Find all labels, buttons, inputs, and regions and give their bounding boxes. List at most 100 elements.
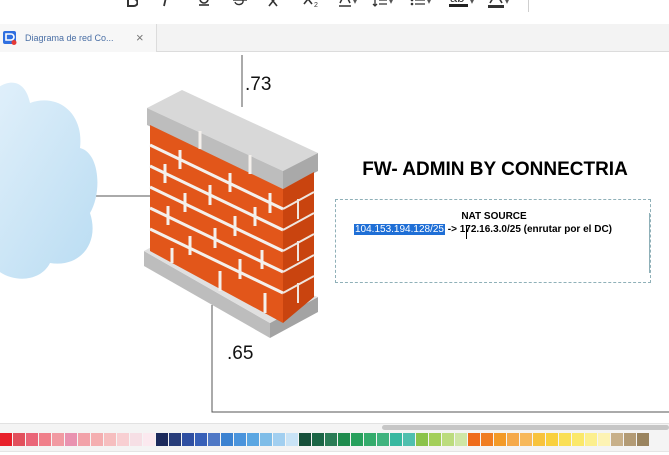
color-swatch[interactable] [559, 433, 571, 446]
color-swatch[interactable] [91, 433, 103, 446]
color-swatch[interactable] [637, 433, 649, 446]
color-swatch[interactable] [338, 433, 350, 446]
cloud-icon[interactable] [0, 82, 98, 279]
chevron-down-icon: ▾ [353, 0, 358, 6]
color-swatch[interactable] [390, 433, 402, 446]
chevron-down-icon: ▾ [470, 0, 475, 6]
italic-button[interactable] [161, 0, 171, 12]
ip-label-bottom[interactable]: .65 [227, 343, 253, 365]
color-swatch[interactable] [403, 433, 415, 446]
edraw-doc-icon [3, 31, 17, 45]
nat-selected-range[interactable]: 104.153.194.128/25 [354, 224, 445, 235]
strikethrough-icon [233, 0, 247, 6]
color-swatch[interactable] [325, 433, 337, 446]
color-swatch[interactable] [624, 433, 636, 446]
firewall-title[interactable]: FW- ADMIN BY CONNECTRIA [350, 158, 640, 182]
line-spacing-button[interactable]: ▾ [372, 0, 393, 12]
color-swatch[interactable] [78, 433, 90, 446]
bold-button[interactable] [126, 0, 138, 12]
color-swatch[interactable] [130, 433, 142, 446]
color-palette [0, 423, 669, 455]
nat-target: -> 172.16.3.0/25 (enrutar por el DC) [444, 224, 612, 235]
color-swatch[interactable] [351, 433, 363, 446]
color-swatch[interactable] [611, 433, 623, 446]
chevron-down-icon: ▾ [505, 0, 510, 6]
color-swatch[interactable] [364, 433, 376, 446]
color-swatch[interactable] [260, 433, 272, 446]
italic-icon [163, 0, 167, 7]
highlight-button[interactable]: ab ▾ [449, 0, 474, 12]
color-swatch[interactable] [286, 433, 298, 446]
color-swatch[interactable] [195, 433, 207, 446]
color-swatch[interactable] [156, 433, 168, 446]
document-tab-bar: Diagrama de red Co... × [0, 24, 669, 52]
color-swatch[interactable] [65, 433, 77, 446]
text-case-button[interactable]: ▾ [338, 0, 357, 12]
color-swatch[interactable] [234, 433, 246, 446]
color-swatch[interactable] [455, 433, 467, 446]
horizontal-scrollbar[interactable] [382, 425, 669, 430]
ip-label-top[interactable]: .73 [245, 74, 271, 96]
close-tab-button[interactable]: × [136, 31, 144, 45]
tab-label: Diagrama de red Co... [25, 33, 114, 43]
firewall-icon[interactable] [144, 90, 318, 338]
color-swatch[interactable] [273, 433, 285, 446]
color-swatch[interactable] [442, 433, 454, 446]
color-swatch[interactable] [520, 433, 532, 446]
color-swatch[interactable] [416, 433, 428, 446]
color-swatch[interactable] [104, 433, 116, 446]
chevron-down-icon: ▾ [389, 0, 394, 6]
toolbar-divider [528, 0, 529, 12]
color-swatch[interactable] [312, 433, 324, 446]
color-swatch[interactable] [143, 433, 155, 446]
nat-title: NAT SOURCE [461, 211, 527, 222]
font-color-button[interactable]: ▾ [488, 0, 509, 12]
color-swatch[interactable] [169, 433, 181, 446]
color-swatch[interactable] [533, 433, 545, 446]
diagram-canvas[interactable]: .73 .65 FW- ADMIN BY CONNECTRIA NAT SOUR… [0, 53, 669, 423]
color-swatch[interactable] [221, 433, 233, 446]
color-swatch[interactable] [0, 433, 12, 446]
format-toolbar: 2 ▾ ▾ ▾ ab ▾ ▾ [0, 0, 669, 16]
color-swatch[interactable] [598, 433, 610, 446]
color-swatch[interactable] [572, 433, 584, 446]
tab-diagrama-de-red[interactable]: Diagrama de red Co... × [0, 24, 157, 52]
resize-handle[interactable] [649, 213, 650, 273]
color-swatch[interactable] [468, 433, 480, 446]
chevron-down-icon: ▾ [427, 0, 432, 6]
nat-rule: 104.153.194.128/25 -> 172.16.3.0/25 (enr… [354, 224, 612, 235]
color-swatch[interactable] [26, 433, 38, 446]
nat-text-box[interactable]: NAT SOURCE 104.153.194.128/25 -> 172.16.… [335, 199, 651, 283]
app-window: 2 ▾ ▾ ▾ ab ▾ ▾ [0, 0, 669, 455]
subscript-icon: 2 [303, 0, 318, 8]
subscript-button[interactable]: 2 [303, 0, 321, 12]
status-strip [0, 451, 669, 455]
color-swatch[interactable] [299, 433, 311, 446]
text-color-a-icon [339, 0, 351, 7]
color-swatch[interactable] [247, 433, 259, 446]
bullet-list-button[interactable]: ▾ [410, 0, 431, 12]
text-cursor [466, 225, 467, 239]
color-swatch[interactable] [117, 433, 129, 446]
color-swatch[interactable] [208, 433, 220, 446]
color-swatch[interactable] [494, 433, 506, 446]
color-swatch[interactable] [52, 433, 64, 446]
color-swatch[interactable] [182, 433, 194, 446]
superscript-icon [268, 0, 278, 7]
line-spacing-icon [372, 0, 387, 7]
color-swatch[interactable] [39, 433, 51, 446]
color-swatch[interactable] [13, 433, 25, 446]
superscript-button[interactable] [268, 0, 286, 12]
color-swatch[interactable] [585, 433, 597, 446]
color-swatch[interactable] [507, 433, 519, 446]
color-swatch[interactable] [377, 433, 389, 446]
highlight-ab-icon: ab [449, 0, 468, 7]
underline-button[interactable] [197, 0, 211, 12]
color-swatch[interactable] [429, 433, 441, 446]
bullet-list-icon [410, 0, 425, 6]
strikethrough-button[interactable] [232, 0, 248, 12]
color-swatch[interactable] [481, 433, 493, 446]
color-swatches [0, 433, 649, 446]
color-swatch[interactable] [546, 433, 558, 446]
bold-icon [127, 0, 138, 7]
